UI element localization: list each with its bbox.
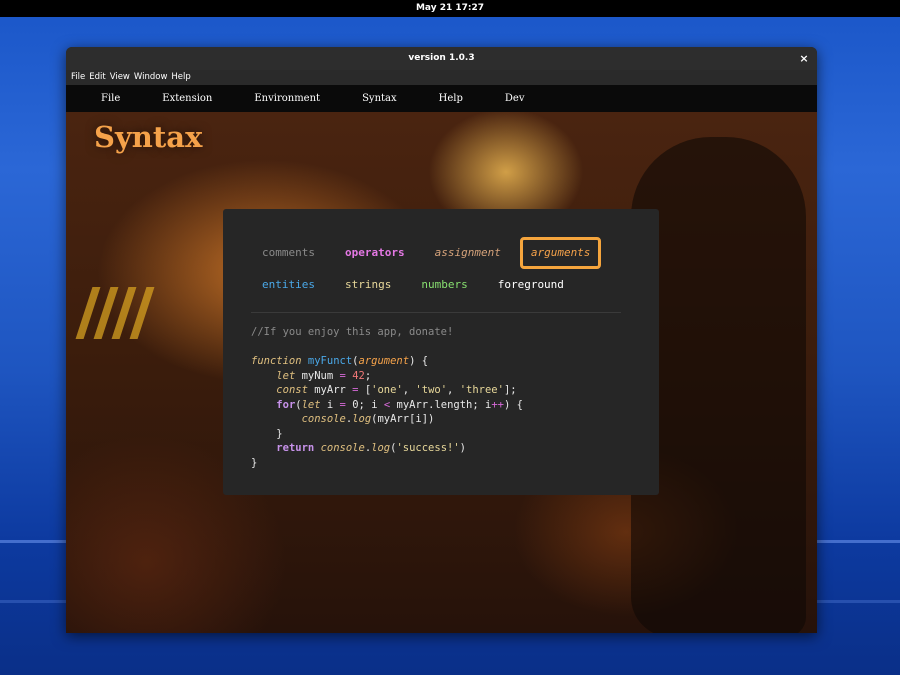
content-area: Syntax comments operators assignment arg…: [66, 112, 817, 633]
background-hazard-stripes: [75, 287, 155, 339]
category-comments[interactable]: comments: [251, 237, 326, 269]
app-menu-bar: File Extension Environment Syntax Help D…: [66, 85, 817, 112]
menu-environment[interactable]: Environment: [254, 85, 320, 112]
close-icon[interactable]: ×: [797, 47, 811, 70]
sys-menu-edit[interactable]: Edit: [87, 70, 107, 85]
menu-dev[interactable]: Dev: [505, 85, 525, 112]
app-window: version 1.0.3 × File Edit View Window He…: [66, 47, 817, 633]
divider: [251, 312, 621, 313]
page-title: Syntax: [94, 120, 203, 154]
system-top-bar: May 21 17:27: [0, 0, 900, 17]
menu-extension[interactable]: Extension: [162, 85, 212, 112]
sys-menu-window[interactable]: Window: [132, 70, 170, 85]
code-preview: //If you enjoy this app, donate! functio…: [251, 326, 523, 469]
window-title: version 1.0.3: [408, 53, 475, 63]
category-row: comments operators assignment arguments: [251, 237, 651, 269]
menu-syntax[interactable]: Syntax: [362, 85, 397, 112]
sys-menu-file[interactable]: File: [69, 70, 87, 85]
category-arguments[interactable]: arguments: [519, 237, 602, 269]
category-row: entities strings numbers foreground: [251, 269, 651, 301]
sys-menu-help[interactable]: Help: [169, 70, 192, 85]
menu-file[interactable]: File: [101, 85, 120, 112]
clock[interactable]: May 21 17:27: [416, 3, 484, 13]
system-menu-bar: File Edit View Window Help: [66, 70, 817, 85]
sys-menu-view[interactable]: View: [108, 70, 132, 85]
syntax-category-list: comments operators assignment arguments …: [251, 237, 651, 301]
category-foreground[interactable]: foreground: [487, 269, 575, 301]
category-entities[interactable]: entities: [251, 269, 326, 301]
syntax-panel: comments operators assignment arguments …: [223, 209, 659, 495]
menu-help[interactable]: Help: [439, 85, 463, 112]
category-assignment[interactable]: assignment: [424, 237, 512, 269]
category-numbers[interactable]: numbers: [410, 269, 478, 301]
category-strings[interactable]: strings: [334, 269, 402, 301]
category-operators[interactable]: operators: [334, 237, 416, 269]
window-titlebar[interactable]: version 1.0.3 ×: [66, 47, 817, 70]
